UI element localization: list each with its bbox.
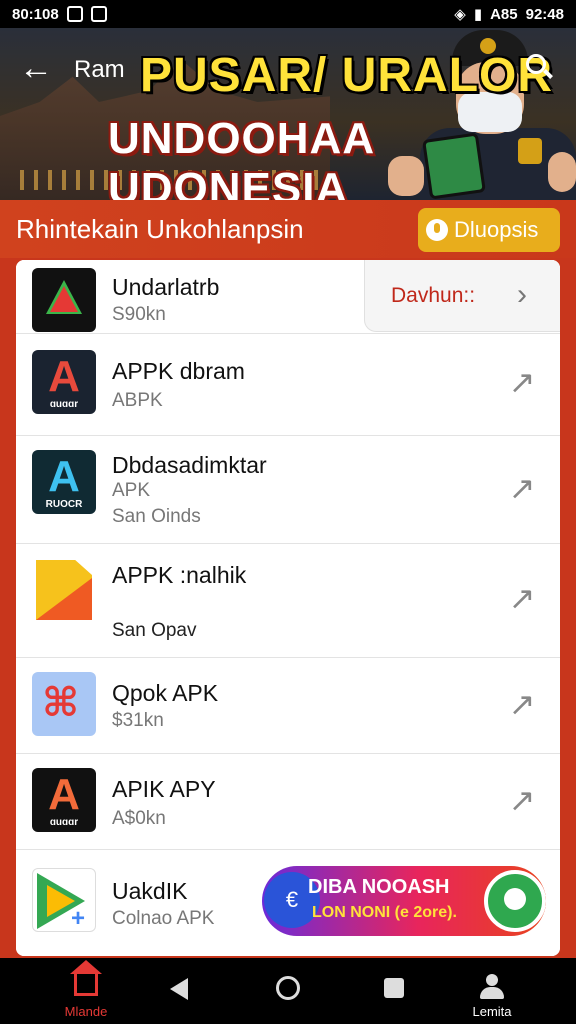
recents-square-icon	[384, 978, 404, 998]
nav-account-label: Lemita	[472, 1004, 512, 1019]
app-notification-icon	[90, 6, 107, 22]
map-pin-icon	[484, 870, 546, 932]
section-title: Rhintekain Unkohlanpsin	[16, 214, 304, 244]
nav-home-label: Mlande	[64, 1004, 108, 1019]
status-time-left: 80:108	[12, 5, 59, 23]
home-icon	[70, 960, 102, 996]
banner-title-line2: UNDOOHAA UDONESIA	[108, 114, 374, 200]
circle-home-icon	[276, 976, 300, 1000]
app-subtitle: Colnao APK	[112, 908, 215, 929]
app-name: APIK APY	[112, 776, 216, 802]
microphone-icon	[426, 219, 448, 241]
bottom-nav: Mlande Lemita	[0, 958, 576, 1024]
app-name: UakdIK	[112, 878, 188, 904]
app-name: Dbdasadimktar	[112, 452, 267, 478]
app-size: $31kn	[112, 710, 164, 731]
status-bar: 80:108 ◈ ▮ A85 92:48	[0, 0, 576, 28]
nav-back[interactable]	[140, 966, 220, 1022]
header-banner: ← Ram PUSAR/ URALOR UNDOOHAA UDONESIA	[0, 28, 576, 200]
nav-account[interactable]: Lemita	[452, 966, 532, 1022]
share-arrow-icon[interactable]: ↗	[504, 686, 540, 722]
app-name: Qpok APK	[112, 680, 219, 706]
nav-recents[interactable]	[354, 966, 434, 1022]
voice-search-label: Dluopsis	[454, 217, 539, 242]
chevron-right-icon: ›	[517, 278, 527, 311]
app-developer: San Opav	[112, 620, 197, 641]
app-size: ABPK	[112, 390, 163, 411]
app-type: APK	[112, 480, 151, 501]
app-list: Undarlatrb S90kn Davhun:: › A ɑuɑɑr APPK…	[16, 260, 560, 956]
back-triangle-icon	[170, 978, 188, 1000]
header-label: Ram	[74, 56, 125, 83]
battery-text: A85	[490, 5, 518, 23]
file-icon	[32, 558, 96, 622]
list-item[interactable]: ⌘ Qpok APK $31kn ↗	[16, 658, 560, 754]
app-name: APPK :nalhik	[112, 562, 247, 588]
share-arrow-icon[interactable]: ↗	[504, 782, 540, 818]
nav-home-circle[interactable]	[248, 966, 328, 1022]
signal-icon: ▮	[473, 6, 483, 23]
list-item[interactable]: A RUOCR Dbdasadimktar APK San Oinds ↗	[16, 436, 560, 544]
status-time-right: 92:48	[525, 5, 564, 23]
apkmirror-a-icon: A ɑuɑɑr	[32, 350, 96, 414]
green-triangle-icon	[32, 268, 96, 332]
section-header: Rhintekain Unkohlanpsin Dluopsis	[0, 200, 576, 258]
share-arrow-icon[interactable]: ↗	[504, 364, 540, 400]
blue-app-icon: ⌘	[32, 672, 96, 736]
list-item[interactable]: A ɑuɑɑr APPK dbram ABPK ↗	[16, 334, 560, 436]
download-button[interactable]: Davhun:: ›	[364, 260, 560, 332]
status-left: 80:108	[12, 6, 107, 23]
list-item[interactable]: APPK :nalhik San Opav ↗	[16, 544, 560, 658]
ad-banner[interactable]: € DIBA NOOASH LON NONI (e 2ore).	[262, 866, 546, 936]
app-developer: San Oinds	[112, 506, 201, 527]
app-size: A$0kn	[112, 808, 166, 829]
app-name: Undarlatrb	[112, 274, 220, 300]
app-name: APPK dbram	[112, 358, 245, 384]
notification-icon	[66, 6, 83, 22]
nav-home[interactable]: Mlande	[46, 960, 126, 1022]
list-item[interactable]: A ɑuɑɑr APIK APY A$0kn ↗	[16, 754, 560, 850]
wifi-icon: ◈	[454, 6, 466, 23]
back-arrow-icon[interactable]: ←	[18, 50, 54, 86]
ad-line2: LON NONI (e 2ore).	[312, 904, 457, 921]
ad-line1: DIBA NOOASH	[308, 876, 450, 898]
people-icon	[478, 974, 506, 1002]
share-arrow-icon[interactable]: ↗	[504, 580, 540, 616]
search-icon[interactable]	[524, 52, 556, 84]
voice-search-button[interactable]: Dluopsis	[418, 208, 560, 252]
app-size: S90kn	[112, 304, 166, 325]
apkpure-a-icon: A RUOCR	[32, 450, 96, 514]
list-item[interactable]: Undarlatrb S90kn Davhun:: ›	[16, 260, 560, 334]
status-right: ◈ ▮ A85 92:48	[454, 5, 564, 24]
download-label: Davhun::	[391, 284, 476, 307]
play-store-icon: +	[32, 868, 96, 932]
banner-title-line1: PUSAR/ URALOR	[140, 49, 554, 102]
apk-a-icon: A ɑuɑɑr	[32, 768, 96, 832]
share-arrow-icon[interactable]: ↗	[504, 470, 540, 506]
